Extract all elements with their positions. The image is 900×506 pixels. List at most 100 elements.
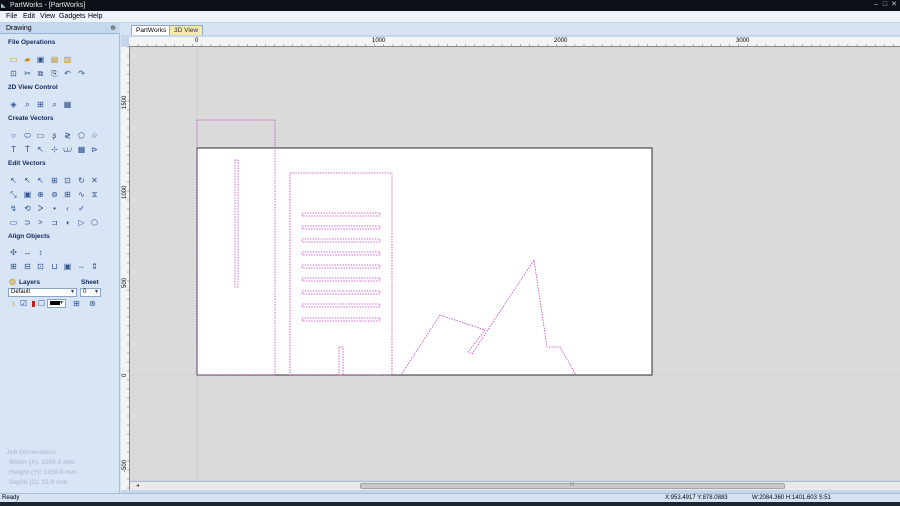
polygon-icon[interactable]: ⬠ — [77, 131, 86, 140]
drawing-canvas[interactable] — [130, 47, 900, 480]
line-icon[interactable]: ≷ — [63, 131, 72, 140]
scale-icon[interactable]: ⊡ — [63, 176, 72, 185]
angle-icon[interactable]: ‹ — [63, 204, 72, 213]
trim-icon[interactable]: ⟲ — [23, 204, 32, 213]
close-vector-icon[interactable]: ᐳ — [36, 204, 45, 213]
cut-icon[interactable]: ✂ — [23, 69, 32, 78]
import-bitmap-icon[interactable]: ▥ — [63, 55, 72, 64]
copy-icon[interactable]: ⧉ — [36, 69, 45, 78]
vertical-ruler-ticks — [127, 47, 129, 489]
job-dimensions-title: Job Dimensions — [6, 449, 57, 456]
weld-icon[interactable]: ⧖ — [90, 190, 99, 199]
text-icon[interactable]: T — [9, 145, 18, 154]
move-icon[interactable]: ⊞ — [50, 176, 59, 185]
rotate-icon[interactable]: ↻ — [77, 176, 86, 185]
pin-icon[interactable]: ⊕ — [110, 24, 116, 32]
layer-color-select[interactable]: ▼ — [47, 299, 66, 308]
zoom-box-icon[interactable]: ⌕ — [50, 100, 59, 109]
align-center-icon[interactable]: ✣ — [9, 248, 18, 257]
minimize-button[interactable]: – — [872, 1, 880, 9]
menu-view[interactable]: View — [40, 13, 55, 20]
maximize-button[interactable]: □ — [881, 1, 889, 9]
align-middle-icon[interactable]: ▣ — [63, 262, 72, 271]
paste-icon[interactable]: ⎘ — [50, 69, 59, 78]
align-horizontal-icon[interactable]: ↔ — [23, 248, 32, 257]
distort-icon[interactable]: ⤡ — [9, 190, 18, 199]
drawing-svg — [130, 47, 900, 480]
rectangle-icon[interactable]: ▭ — [36, 131, 45, 140]
menu-file[interactable]: File — [6, 13, 17, 20]
shape-hex-icon[interactable]: ⬡ — [90, 218, 99, 227]
boolean-split-icon[interactable]: ⊐ — [50, 218, 59, 227]
align-vertical-icon[interactable]: ↕ — [36, 248, 45, 257]
material-sheet — [196, 147, 653, 376]
align-left-icon[interactable]: ⊞ — [9, 262, 18, 271]
menu-edit[interactable]: Edit — [23, 13, 35, 20]
horizontal-scrollbar[interactable]: ◂ ⁞⁞⁞ — [130, 481, 900, 490]
node-select-icon[interactable]: ↖ — [23, 176, 32, 185]
fillet-icon[interactable]: ⩊ — [63, 145, 72, 154]
flag-icon[interactable]: ⊳ — [90, 145, 99, 154]
node-edit-icon[interactable]: ↖ — [36, 145, 45, 154]
zoom-extents-icon[interactable]: ⊞ — [36, 100, 45, 109]
ruler-label-y-minus-500: -500 — [122, 459, 128, 472]
join-icon[interactable]: ⊚ — [50, 190, 59, 199]
ruler-label-y-1000: 1000 — [122, 185, 128, 199]
boolean-subtract-icon[interactable]: ⊃ — [23, 218, 32, 227]
align-bottom-icon[interactable]: ⊔ — [50, 262, 59, 271]
check-icon[interactable]: ✓ — [77, 204, 86, 213]
save-icon[interactable]: ▣ — [36, 55, 45, 64]
visibility-checkbox[interactable]: ☑ — [19, 299, 28, 308]
vertical-ruler: 1500 1000 500 0 -500 — [121, 47, 130, 490]
job-setup-icon[interactable]: ⊡ — [9, 69, 18, 78]
layer-manager-icon[interactable]: ⊞ — [72, 299, 81, 308]
close-button[interactable]: ✕ — [890, 1, 898, 9]
ungroup-icon[interactable]: ⊕ — [36, 190, 45, 199]
undo-icon[interactable]: ↶ — [63, 69, 72, 78]
boolean-union-icon[interactable]: ▭ — [9, 218, 18, 227]
group-icon[interactable]: ▣ — [23, 190, 32, 199]
lightbulb-icon[interactable]: ♁ — [9, 299, 18, 308]
layer-select[interactable]: Default ▼ — [8, 288, 77, 297]
text-on-curve-icon[interactable]: Ṫ — [23, 145, 32, 154]
transform-icon[interactable]: ⊹ — [50, 145, 59, 154]
title-bar: ◣ PartWorks - [PartWorks] – □ ✕ — [0, 0, 900, 11]
menu-help[interactable]: Help — [88, 13, 102, 20]
pan-icon[interactable]: ◈ — [9, 100, 18, 109]
align-top-icon[interactable]: ⊡ — [36, 262, 45, 271]
curve-fit-icon[interactable]: ∿ — [77, 190, 86, 199]
shape-arrow-icon[interactable]: ▷ — [77, 218, 86, 227]
space-vertical-icon[interactable]: ⇕ — [90, 262, 99, 271]
mirror-icon[interactable]: ✕ — [90, 176, 99, 185]
space-horizontal-icon[interactable]: ⇔ — [77, 262, 86, 271]
new-file-icon[interactable]: ▭ — [9, 55, 18, 64]
open-file-icon[interactable]: ▰ — [23, 55, 32, 64]
select-icon[interactable]: ↖ — [9, 176, 18, 185]
align-right-icon[interactable]: ⊟ — [23, 262, 32, 271]
ellipse-icon[interactable]: ⬭ — [23, 131, 32, 140]
ruler-label-x-0: 0 — [195, 38, 199, 44]
interactive-move-icon[interactable]: ↖ — [36, 176, 45, 185]
layer-checkbox[interactable]: ☐ — [37, 299, 46, 308]
zoom-icon[interactable]: ⌕ — [23, 100, 32, 109]
shape-d-icon[interactable]: ◖ — [63, 218, 72, 227]
sheet-select[interactable]: 0 ▼ — [80, 288, 101, 297]
layer-settings-icon[interactable]: ⊛ — [88, 299, 97, 308]
circle-icon[interactable]: ○ — [9, 131, 18, 140]
import-icon[interactable]: ▤ — [50, 55, 59, 64]
star-icon[interactable]: ☆ — [90, 131, 99, 140]
polyline-icon[interactable]: ʂ — [50, 131, 59, 140]
chevron-down-icon: ▼ — [94, 289, 99, 295]
redo-icon[interactable]: ↷ — [77, 69, 86, 78]
dot-icon[interactable]: • — [50, 204, 59, 213]
tab-3d-view[interactable]: 3D View — [169, 25, 204, 35]
grid-icon[interactable]: ⊞ — [63, 190, 72, 199]
menu-gadgets[interactable]: Gadgets — [59, 13, 85, 20]
offset-icon[interactable]: ↯ — [9, 204, 18, 213]
tab-partworks[interactable]: PartWorks — [131, 25, 172, 35]
view-3d-icon[interactable]: ▦ — [63, 100, 72, 109]
section-edit-vectors: Edit Vectors — [8, 160, 46, 167]
scroll-left-icon[interactable]: ◂ — [136, 482, 139, 489]
boolean-intersect-icon[interactable]: > — [36, 218, 45, 227]
array-icon[interactable]: ▦ — [77, 145, 86, 154]
